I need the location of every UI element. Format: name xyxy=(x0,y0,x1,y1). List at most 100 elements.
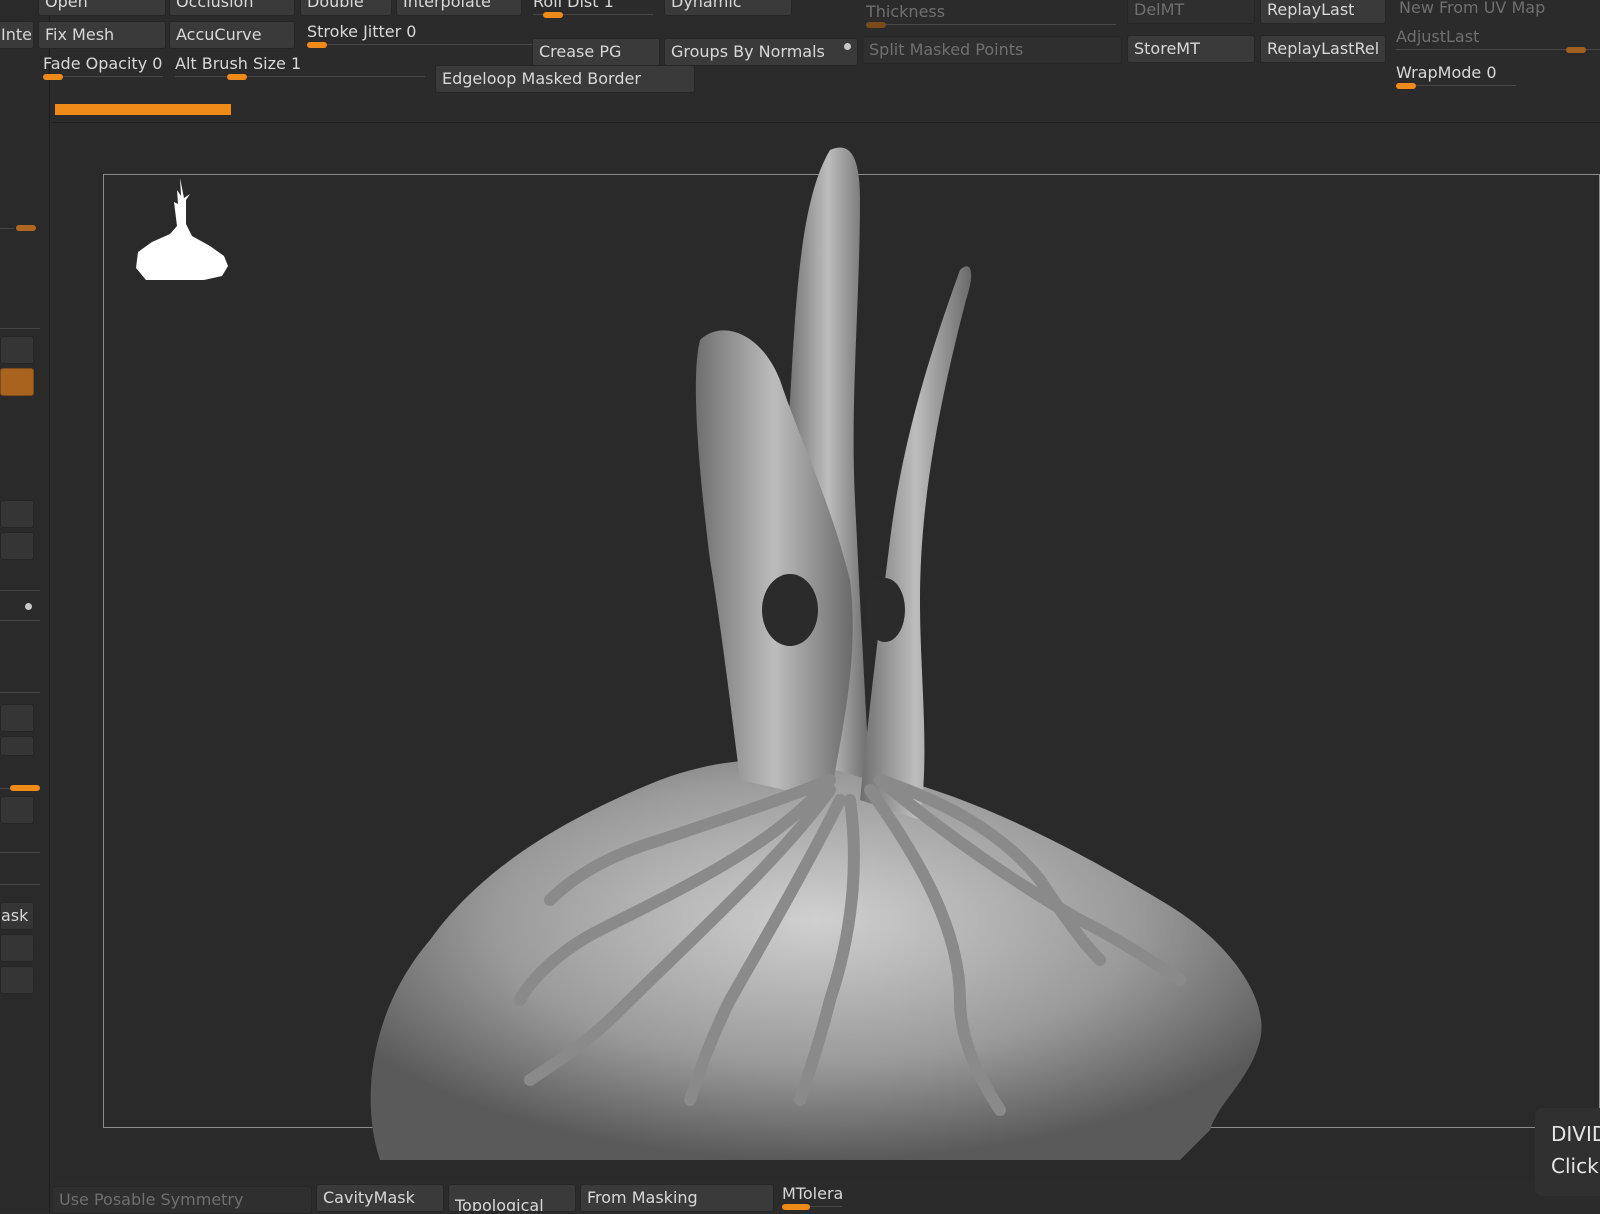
thickness-label: Thickness xyxy=(866,2,946,21)
from-masking-label: From Masking xyxy=(587,1188,698,1207)
occlusion-button-label: Occlusion xyxy=(176,0,254,11)
accucurve-button-label: AccuCurve xyxy=(176,25,262,44)
cavity-mask-button[interactable]: CavityMask xyxy=(316,1184,444,1212)
left-panel-button[interactable] xyxy=(0,336,34,364)
active-tab-indicator xyxy=(55,104,231,115)
mound-base xyxy=(370,760,1262,1160)
left-slider-knob[interactable] xyxy=(16,225,36,231)
tooltip-line-1: DIVID xyxy=(1551,1122,1600,1146)
sculpt-model[interactable] xyxy=(360,140,1290,1180)
roll-dist-value: 1 xyxy=(603,0,614,11)
open-button-label: Open xyxy=(45,0,88,11)
left-panel-button[interactable] xyxy=(0,704,34,732)
alt-brush-size-track xyxy=(175,76,425,77)
crease-pg-button[interactable]: Crease PG xyxy=(532,38,660,66)
mtolerance-label: MTolerа xyxy=(782,1184,842,1203)
groups-by-normals-button-label: Groups By Normals xyxy=(671,42,825,61)
alt-brush-size-label: Alt Brush Size xyxy=(175,54,286,73)
divider xyxy=(0,884,40,885)
toggle-indicator-icon[interactable] xyxy=(25,603,32,610)
divider xyxy=(0,228,14,229)
left-slider-knob[interactable] xyxy=(10,785,40,791)
storemt-button[interactable]: StoreMT xyxy=(1127,35,1255,63)
adjust-last-knob[interactable] xyxy=(1566,47,1586,53)
adjust-last-slider[interactable]: AdjustLast xyxy=(1396,25,1600,53)
split-masked-points-button[interactable]: Split Masked Points xyxy=(862,36,1122,64)
divider xyxy=(0,620,40,621)
mask-button[interactable]: ask xyxy=(0,902,34,930)
accucurve-button[interactable]: AccuCurve xyxy=(169,21,295,49)
stroke-jitter-slider[interactable]: Stroke Jitter 0 xyxy=(307,20,532,48)
split-masked-points-button-label: Split Masked Points xyxy=(869,40,1024,59)
roll-dist-slider[interactable]: Roll Dist 1 xyxy=(533,0,653,18)
thickness-slider[interactable]: Thickness xyxy=(866,0,1116,28)
silhouette-thumbnail-icon[interactable] xyxy=(134,176,230,284)
left-panel-button[interactable] xyxy=(0,736,34,756)
divider xyxy=(0,852,40,853)
topological-button[interactable]: Topological xyxy=(448,1184,576,1212)
stroke-jitter-label: Stroke Jitter xyxy=(307,22,402,41)
alt-brush-size-slider[interactable]: Alt Brush Size 1 xyxy=(175,52,425,80)
fix-mesh-button-label: Fix Mesh xyxy=(45,25,115,44)
right-leaf xyxy=(860,266,972,820)
fix-mesh-button[interactable]: Fix Mesh xyxy=(38,21,166,49)
left-panel-button[interactable] xyxy=(0,500,34,528)
use-posable-symmetry-button[interactable]: Use Posable Symmetry xyxy=(52,1186,312,1214)
roll-dist-knob[interactable] xyxy=(543,12,563,18)
divider xyxy=(0,328,40,329)
interpolate-button[interactable]: Interpolate xyxy=(396,0,522,16)
fade-opacity-knob[interactable] xyxy=(43,74,63,80)
occlusion-button[interactable]: Occlusion xyxy=(169,0,295,16)
edgeloop-masked-border-button[interactable]: Edgeloop Masked Border xyxy=(435,65,695,93)
fade-opacity-value: 0 xyxy=(152,54,163,73)
left-panel-active-button[interactable] xyxy=(0,368,34,396)
left-panel-button[interactable] xyxy=(0,934,34,962)
double-button[interactable]: Double xyxy=(300,0,392,16)
replay-last-button[interactable]: ReplayLast xyxy=(1260,0,1386,24)
silhouette-shape xyxy=(136,178,228,280)
delmt-button[interactable]: DelMT xyxy=(1127,0,1255,24)
storemt-button-label: StoreMT xyxy=(1134,39,1200,58)
divider xyxy=(0,692,40,693)
topological-label: Topological xyxy=(455,1196,544,1212)
new-from-uv-map-button[interactable]: New From UV Map xyxy=(1392,0,1600,22)
new-from-uv-map-button-label: New From UV Map xyxy=(1399,0,1546,17)
mask-button-label: ask xyxy=(1,906,29,925)
use-posable-symmetry-label: Use Posable Symmetry xyxy=(59,1190,244,1209)
open-button[interactable]: Open xyxy=(38,0,166,16)
divider xyxy=(0,590,40,591)
mtolerance-knob[interactable] xyxy=(782,1204,810,1210)
left-tool-panel: ask xyxy=(0,0,50,1213)
stroke-jitter-knob[interactable] xyxy=(307,42,327,48)
fade-opacity-slider[interactable]: Fade Opacity 0 xyxy=(43,52,163,80)
adjust-last-label: AdjustLast xyxy=(1396,27,1480,46)
inte-button[interactable]: Inte xyxy=(0,21,34,49)
dynamic-button[interactable]: Dynamic xyxy=(664,0,792,16)
stroke-jitter-track xyxy=(307,44,532,45)
divide-tooltip: DIVID Click xyxy=(1535,1108,1600,1196)
inte-button-label: Inte xyxy=(1,25,32,44)
cavity-mask-label: CavityMask xyxy=(323,1188,415,1207)
double-button-label: Double xyxy=(307,0,364,11)
wrap-mode-slider[interactable]: WrapMode 0 xyxy=(1396,61,1516,89)
left-panel-button[interactable] xyxy=(0,796,34,824)
stroke-jitter-value: 0 xyxy=(406,22,417,41)
thickness-track xyxy=(866,24,1116,25)
groups-by-normals-button[interactable]: Groups By Normals xyxy=(664,38,858,66)
divider xyxy=(0,788,10,789)
left-panel-button[interactable] xyxy=(0,532,34,560)
crease-pg-button-label: Crease PG xyxy=(539,42,622,61)
replay-last-button-label: ReplayLast xyxy=(1267,0,1355,19)
left-panel-button[interactable] xyxy=(0,966,34,994)
from-masking-button[interactable]: From Masking xyxy=(580,1184,774,1212)
wrap-mode-label: WrapMode xyxy=(1396,63,1482,82)
wrap-mode-knob[interactable] xyxy=(1396,83,1416,89)
interpolate-button-label: Interpolate xyxy=(403,0,491,11)
wrap-mode-value: 0 xyxy=(1486,63,1497,82)
tooltip-line-2: Click xyxy=(1551,1154,1599,1178)
replay-last-rel-button[interactable]: ReplayLastRel xyxy=(1260,35,1386,63)
thickness-knob[interactable] xyxy=(866,22,886,28)
replay-last-rel-button-label: ReplayLastRel xyxy=(1267,39,1380,58)
alt-brush-size-knob[interactable] xyxy=(227,74,247,80)
mtolerance-slider[interactable]: MTolerа xyxy=(782,1182,842,1210)
